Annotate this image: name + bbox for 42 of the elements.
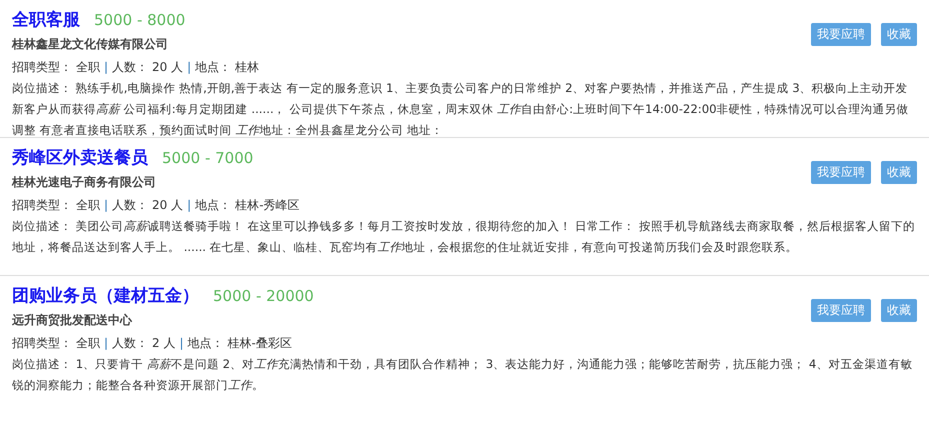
type-label: 招聘类型： [12, 197, 72, 214]
type-label: 招聘类型： [12, 59, 72, 76]
job-description: 岗位描述： 熟练手机,电脑操作 热情,开朗,善于表达 有一定的服务意识 1、主要负责公司客户的日常维护 2、对客户要热情，并推送产品，产生提成 3、积极向上主动开发新客户从而获得高薪 公司福利:每月定期团建 ......， 公司提供下午茶点，休息室，周末双休 工作自由舒心:上班时间下午14:00-22:00非硬性，特殊情况可以合理沟通另做调整 有意者直接电话联系，预约面试时间 工作地址：全州县鑫星龙分公司 地址： [12, 80, 910, 139]
count-label: 人数： [112, 59, 148, 76]
job-title-link[interactable]: 秀峰区外卖送餐员 [12, 146, 148, 169]
favorite-button[interactable]: 收藏 [881, 299, 917, 322]
company-name: 远升商贸批发配送中心 [12, 312, 134, 329]
type-label: 招聘类型： [12, 335, 72, 352]
salary-range: 5000 - 8000 [94, 11, 186, 29]
job-description: 岗位描述： 美团公司 高薪诚聘送餐骑手啦！ 在这里可以挣钱多多！每月工资按时发放，很期待您的加入！ 日常工作： 按照手机导航路线去商家取餐，然后根据客人留下的地址，将餐品送达到客人手上。 ...... 在七星、象山、临桂、瓦窑均有工作地址，会根据您的住址就近安排，有意向可投递简历我们会及时跟您联系。 [12, 218, 916, 256]
place-value: 桂林 [235, 59, 260, 76]
place-label: 地点： [195, 197, 232, 214]
type-value: 全职 [76, 59, 100, 76]
salary-range: 5000 - 20000 [213, 287, 314, 305]
place-value: 桂林-秀峰区 [235, 197, 300, 214]
count-value: 2 人 [152, 335, 176, 352]
company-name: 桂林光速电子商务有限公司 [12, 174, 157, 191]
salary-range: 5000 - 7000 [162, 149, 254, 167]
type-value: 全职 [76, 335, 100, 352]
apply-button[interactable]: 我要应聘 [811, 299, 871, 322]
favorite-button[interactable]: 收藏 [881, 23, 917, 46]
company-name: 桂林鑫星龙文化传媒有限公司 [12, 36, 169, 53]
count-value: 20 人 [152, 197, 184, 214]
job-title-link[interactable]: 全职客服 [12, 8, 80, 31]
separator: | [104, 336, 108, 350]
apply-button[interactable]: 我要应聘 [811, 161, 871, 184]
place-value: 桂林-叠彩区 [228, 335, 292, 352]
place-label: 地点： [188, 335, 224, 352]
separator: | [104, 60, 108, 74]
place-label: 地点： [195, 59, 232, 76]
count-label: 人数： [112, 197, 148, 214]
apply-button[interactable]: 我要应聘 [811, 23, 871, 46]
separator: | [104, 198, 108, 212]
separator: | [187, 198, 192, 212]
separator: | [180, 336, 184, 350]
favorite-button[interactable]: 收藏 [881, 161, 917, 184]
job-description: 岗位描述： 1、只要肯干 高薪不是问题 2、对工作充满热情和干劲，具有团队合作精神； 3、表达能力好，沟通能力强；能够吃苦耐劳，抗压能力强； 4、对五金渠道有敏锐的洞察能力；能整合各种资源开展部门工作。 [12, 356, 914, 394]
job-title-link[interactable]: 团购业务员（建材五金） [12, 284, 199, 307]
separator: | [187, 60, 192, 74]
type-value: 全职 [76, 197, 100, 214]
count-value: 20 人 [152, 59, 184, 76]
count-label: 人数： [112, 335, 148, 352]
